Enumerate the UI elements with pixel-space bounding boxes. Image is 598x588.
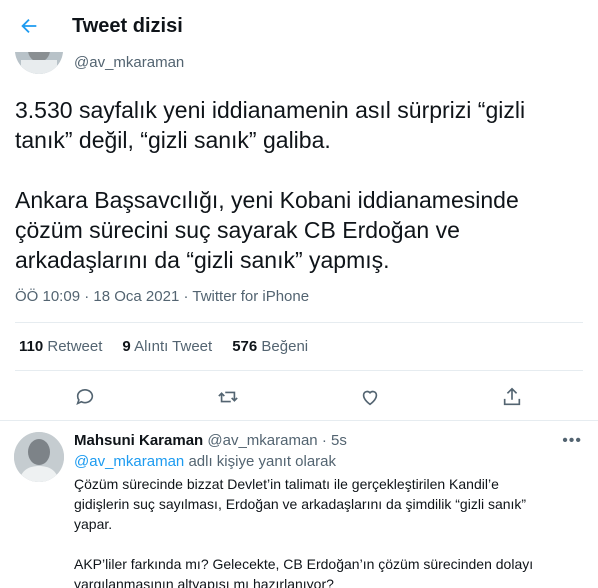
reply-text: Çözüm sürecinde bizzat Devlet’in talimat… (74, 474, 544, 588)
reply-time[interactable]: 5s (331, 432, 347, 449)
meta-separator: · (80, 288, 94, 305)
like-count[interactable]: 576 Beğeni (232, 338, 308, 355)
retweet-button[interactable] (215, 384, 241, 410)
divider (15, 370, 583, 371)
reply-icon (76, 388, 94, 405)
author-handle[interactable]: @av_mkaraman (74, 54, 184, 71)
retweet-count[interactable]: 110 Retweet (19, 338, 102, 355)
share-icon (503, 387, 521, 406)
like-count-label: Beğeni (261, 338, 309, 355)
quote-count-label: Alıntı Tweet (134, 338, 213, 355)
back-button[interactable] (12, 9, 46, 43)
replying-suffix: adlı kişiye yanıt olarak (184, 453, 337, 470)
retweet-count-value: 110 (19, 338, 44, 355)
like-count-value: 576 (232, 338, 258, 355)
reply-paragraph: AKP’liler farkında mı? Gelecekte, CB Erd… (74, 556, 534, 588)
avatar[interactable] (14, 432, 64, 482)
reply-author-name[interactable]: Mahsuni Karaman (74, 432, 203, 449)
retweet-count-label: Retweet (47, 338, 103, 355)
quote-count-value: 9 (122, 338, 131, 355)
page-title: Tweet dizisi (72, 14, 183, 37)
like-button[interactable] (357, 384, 383, 410)
tweet-date[interactable]: 18 Oca 2021 (93, 288, 179, 305)
top-header: Tweet dizisi (0, 0, 598, 52)
share-button[interactable] (499, 384, 525, 410)
tweet-client[interactable]: Twitter for iPhone (192, 288, 309, 305)
tweet-time[interactable]: ÖÖ 10:09 (15, 288, 80, 305)
divider (0, 420, 598, 421)
quote-count[interactable]: 9 Alıntı Tweet (122, 338, 212, 355)
reply-paragraph: Çözüm sürecinde bizzat Devlet’in talimat… (74, 476, 527, 532)
tweet-text: 3.530 sayfalık yeni iddianamenin asıl sü… (15, 97, 526, 273)
reply-header: Mahsuni Karaman @av_mkaraman · 5s (74, 432, 347, 449)
like-icon (362, 390, 378, 406)
divider (15, 322, 583, 323)
reply-separator: · (317, 432, 331, 449)
tweet-actions (0, 380, 598, 414)
meta-separator-2: · (179, 288, 193, 305)
retweet-icon (218, 391, 238, 403)
replying-mention[interactable]: @av_mkaraman (74, 453, 184, 470)
reply-tweet[interactable]: Mahsuni Karaman @av_mkaraman · 5s ••• @a… (0, 422, 598, 588)
tweet-stats: 110 Retweet 9 Alıntı Tweet 576 Beğeni (19, 338, 308, 355)
more-dots-icon: ••• (562, 432, 582, 449)
more-button[interactable]: ••• (562, 432, 582, 450)
reply-author-handle[interactable]: @av_mkaraman (207, 432, 317, 449)
replying-to: @av_mkaraman adlı kişiye yanıt olarak (74, 453, 336, 470)
tweet-meta: ÖÖ 10:09 · 18 Oca 2021 · Twitter for iPh… (15, 288, 309, 305)
back-arrow-icon (21, 18, 37, 34)
reply-button[interactable] (72, 384, 98, 410)
